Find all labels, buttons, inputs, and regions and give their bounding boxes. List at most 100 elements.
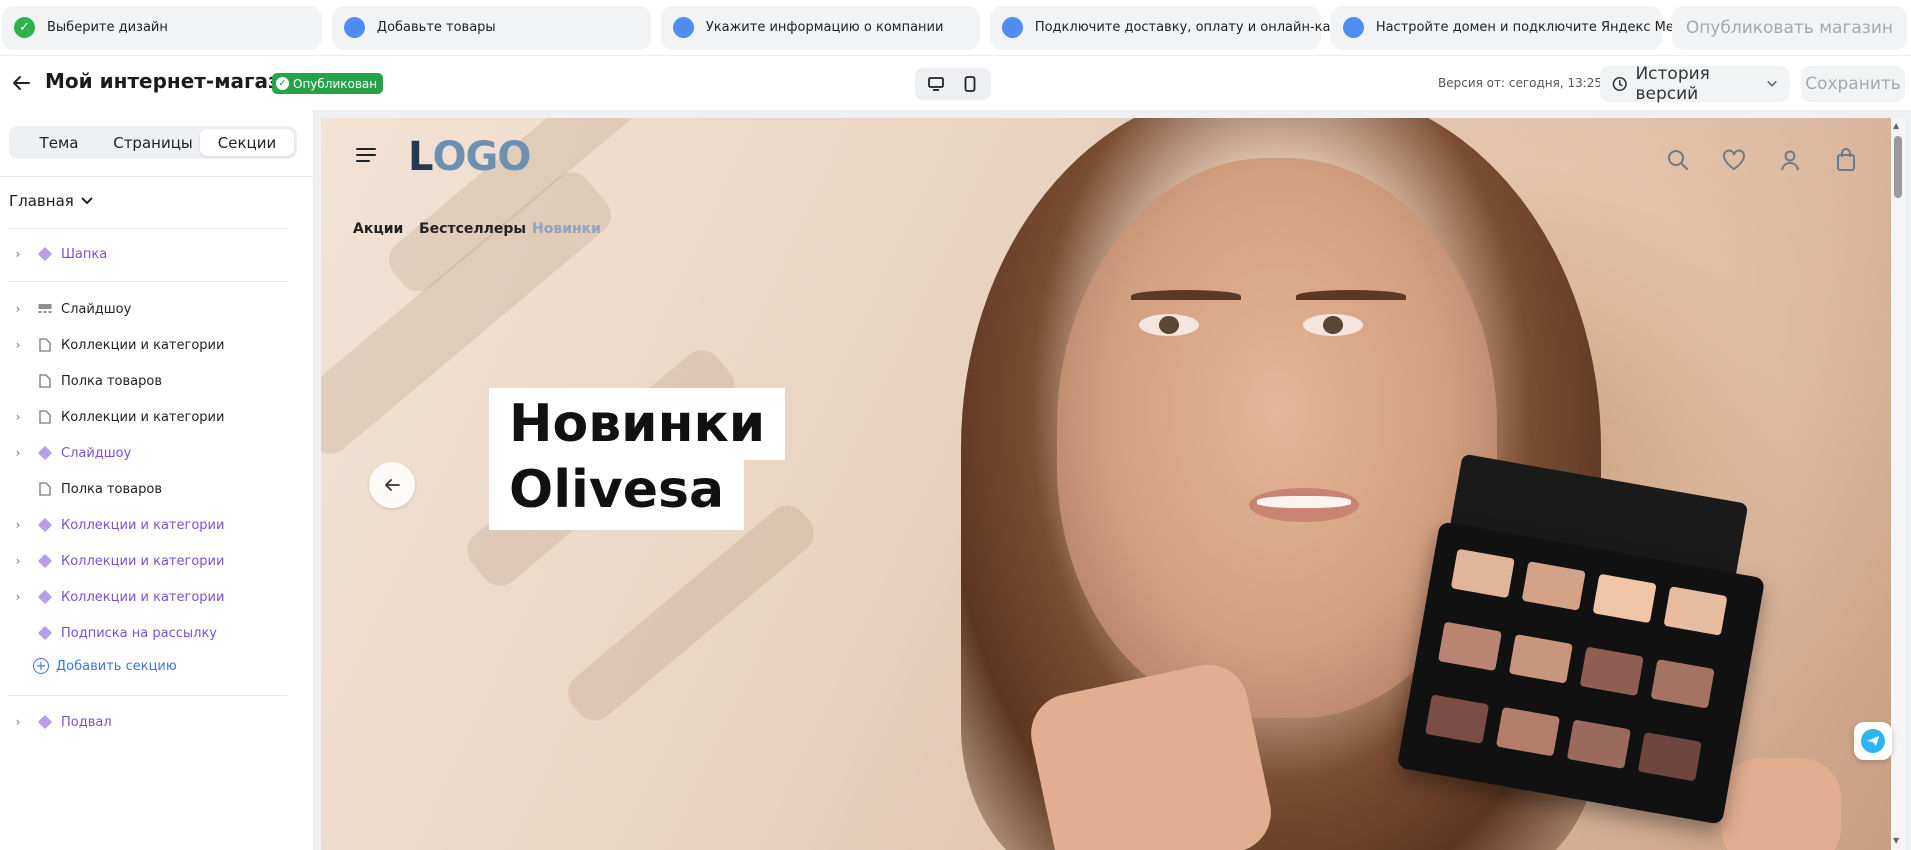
preview-scrollbar[interactable]: ▲ ▼ — [1891, 118, 1905, 850]
section-label: Подвал — [61, 714, 112, 730]
hero-title-line: Olivesa — [489, 460, 745, 530]
tab-sections[interactable]: Секции — [200, 129, 294, 156]
check-icon: ✓ — [276, 77, 289, 90]
site-nav-link[interactable]: Бестселлеры — [419, 221, 526, 237]
section-product-shelf[interactable]: Полка товаров — [0, 367, 290, 395]
divider — [8, 281, 287, 282]
section-label: Коллекции и категории — [61, 409, 225, 425]
section-footer[interactable]: › Подвал — [0, 708, 290, 736]
chevron-right-icon[interactable]: › — [12, 590, 24, 604]
circle-icon — [1342, 17, 1364, 38]
mobile-icon[interactable] — [955, 72, 985, 96]
chevron-right-icon[interactable]: › — [12, 410, 24, 424]
section-label: Шапка — [61, 246, 108, 262]
section-label: Слайдшоу — [61, 301, 132, 317]
chevron-right-icon[interactable]: › — [12, 518, 24, 532]
bag-icon[interactable] — [1832, 146, 1860, 174]
section-collections[interactable]: › Коллекции и категории — [0, 583, 290, 611]
user-icon[interactable] — [1776, 146, 1804, 174]
diamond-icon — [37, 714, 53, 730]
page-select[interactable]: Главная — [9, 192, 94, 210]
check-circle-icon: ✓ — [14, 17, 35, 38]
section-label: Коллекции и категории — [61, 553, 225, 569]
chevron-right-icon[interactable]: › — [12, 338, 24, 352]
page-select-label: Главная — [9, 192, 74, 210]
circle-icon — [343, 17, 365, 38]
divider — [8, 228, 287, 229]
section-slideshow[interactable]: › Слайдшоу — [0, 439, 290, 467]
step-label: Выберите дизайн — [47, 20, 168, 35]
scroll-down-icon[interactable]: ▼ — [1893, 836, 1899, 845]
site-logo[interactable]: LOGO — [408, 134, 532, 180]
divider — [0, 176, 314, 177]
step-label: Настройте домен и подключите Яндекс Метр… — [1375, 20, 1714, 35]
logo-text: OGO — [432, 134, 532, 180]
device-toggle — [915, 68, 991, 100]
slide-prev-button[interactable] — [369, 462, 415, 508]
add-section-button[interactable]: + Добавить секцию — [33, 658, 177, 674]
save-button[interactable]: Сохранить — [1801, 66, 1905, 102]
diamond-icon — [37, 246, 53, 262]
tab-pages[interactable]: Страницы — [106, 129, 200, 156]
version-text: Версия от: сегодня, 13:25 — [1438, 76, 1603, 90]
hero-title-line: Новинки — [489, 388, 786, 460]
hero-title: Новинки Olivesa — [489, 388, 786, 530]
section-product-shelf[interactable]: Полка товаров — [0, 475, 290, 503]
publish-store-button[interactable]: Опубликовать магазин — [1671, 5, 1907, 50]
sidebar-tabs: Тема Страницы Секции — [9, 126, 297, 159]
plus-circle-icon: + — [33, 658, 49, 674]
chat-button[interactable] — [1854, 722, 1892, 760]
chevron-right-icon[interactable]: › — [12, 247, 24, 261]
search-icon[interactable] — [1664, 146, 1692, 174]
logo-letter: L — [408, 134, 433, 180]
section-slideshow[interactable]: › Слайдшоу — [0, 295, 290, 323]
chevron-down-icon — [81, 197, 93, 205]
section-newsletter[interactable]: Подписка на рассылку — [0, 619, 290, 647]
section-collections[interactable]: › Коллекции и категории — [0, 331, 290, 359]
section-collections[interactable]: › Коллекции и категории — [0, 403, 290, 431]
onboarding-steps-bar: ✓ Выберите дизайн Добавьте товары Укажит… — [0, 0, 1911, 56]
step-company-info[interactable]: Укажите информацию о компании — [660, 5, 980, 50]
page-icon — [38, 410, 52, 424]
status-badge: ✓ Опубликован — [272, 73, 384, 94]
diamond-icon — [37, 589, 53, 605]
chevron-right-icon[interactable]: › — [12, 446, 24, 460]
desktop-icon[interactable] — [921, 72, 951, 96]
store-title: Мой интернет-магазин — [45, 69, 308, 93]
page-icon — [38, 482, 52, 496]
page-icon — [38, 338, 52, 352]
hamburger-menu-icon[interactable] — [356, 148, 376, 162]
chevron-right-icon[interactable]: › — [12, 302, 24, 316]
chevron-down-icon — [1767, 80, 1777, 87]
version-history-button[interactable]: История версий — [1600, 64, 1790, 104]
scrollbar-thumb[interactable] — [1894, 136, 1902, 198]
diamond-icon — [37, 445, 53, 461]
step-domain-metrika[interactable]: Настройте домен и подключите Яндекс Метр… — [1330, 5, 1714, 50]
section-label: Слайдшоу — [61, 445, 132, 461]
step-choose-design[interactable]: ✓ Выберите дизайн — [2, 5, 322, 50]
editor-header: Мой интернет-магазин ✓ Опубликован Верси… — [0, 56, 1911, 110]
step-label: Добавьте товары — [376, 20, 496, 35]
heart-icon[interactable] — [1720, 146, 1748, 174]
section-collections[interactable]: › Коллекции и категории — [0, 511, 290, 539]
add-section-label: Добавить секцию — [56, 658, 177, 674]
section-collections[interactable]: › Коллекции и категории — [0, 547, 290, 575]
circle-icon — [1001, 17, 1023, 38]
scroll-up-icon[interactable]: ▲ — [1893, 121, 1899, 130]
section-header[interactable]: › Шапка — [0, 240, 290, 268]
chevron-right-icon[interactable]: › — [12, 554, 24, 568]
page-icon — [38, 374, 52, 388]
site-nav-link[interactable]: Акции — [353, 221, 403, 237]
history-label: История версий — [1635, 64, 1710, 104]
arrow-left-icon — [385, 479, 400, 491]
step-add-products[interactable]: Добавьте товары — [331, 5, 651, 50]
section-label: Коллекции и категории — [61, 337, 225, 353]
section-label: Подписка на рассылку — [61, 625, 217, 641]
chevron-right-icon[interactable]: › — [12, 715, 24, 729]
back-arrow-icon[interactable] — [8, 70, 34, 96]
section-label: Коллекции и категории — [61, 589, 225, 605]
clock-icon — [1612, 76, 1627, 92]
step-delivery-payment[interactable]: Подключите доставку, оплату и онлайн-кас… — [989, 5, 1352, 50]
site-nav-link-active[interactable]: Новинки — [532, 221, 601, 237]
tab-theme[interactable]: Тема — [12, 129, 106, 156]
